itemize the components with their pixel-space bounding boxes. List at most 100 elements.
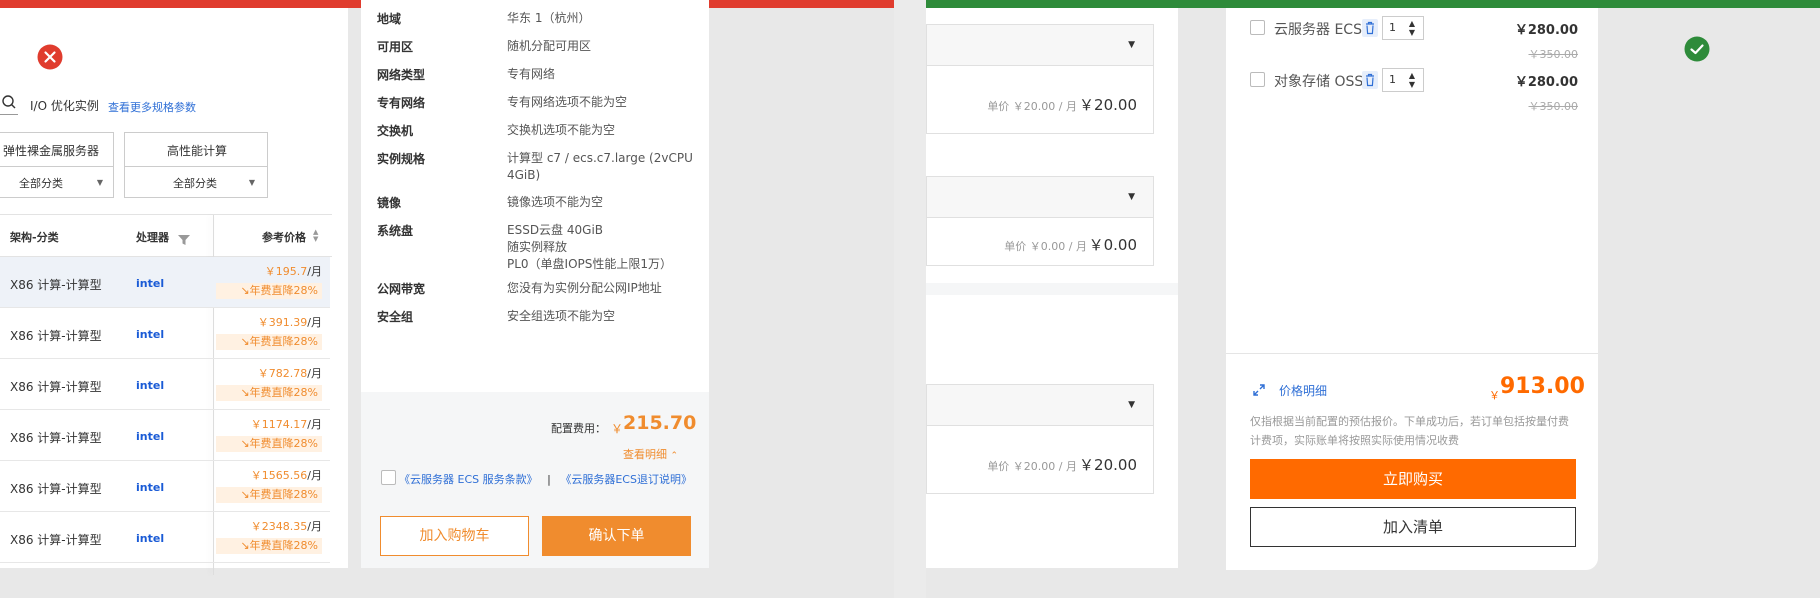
config-select-3[interactable]: ▼ (926, 384, 1154, 426)
instance-config-card: I/O 优化实例 查看更多规格参数 弹性裸金属服务器 全部分类 ▼ 高性能计算 … (0, 8, 348, 575)
table-row[interactable]: X86 计算-计算型 intel ￥195.7/月 ↘年费直降28% (0, 257, 330, 308)
summary-value: 您没有为实例分配公网IP地址 (507, 281, 662, 295)
summary-key: 交换机 (377, 124, 414, 138)
ecs-refund-link[interactable]: 《云服务器ECS退订说明》 (560, 473, 692, 486)
cart-item-name: 云服务器 ECS (1274, 22, 1362, 38)
category-bare-metal[interactable]: 弹性裸金属服务器 (0, 132, 114, 167)
more-specs-link[interactable]: 查看更多规格参数 (108, 99, 196, 115)
search-icon[interactable] (0, 94, 18, 110)
summary-key: 可用区 (377, 40, 414, 54)
io-optimized-label: I/O 优化实例 (30, 99, 99, 113)
category-hpc[interactable]: 高性能计算 (124, 132, 268, 167)
cart-item-checkbox[interactable] (1250, 72, 1265, 87)
price-cell: ￥391.39/月 ↘年费直降28% (214, 314, 322, 350)
price-cell: ￥782.78/月 ↘年费直降28% (214, 365, 322, 401)
price-value: ￥782.78 (257, 367, 308, 380)
row-price: ￥20.00 (1079, 456, 1137, 474)
price-detail-link[interactable]: 价格明细 (1279, 382, 1327, 399)
sort-icon[interactable]: ▲ ▼ (313, 229, 318, 243)
unit-price: 单价 ￥20.00 / 月 (987, 100, 1077, 113)
intel-logo: intel (136, 430, 165, 443)
table-row[interactable]: X86 计算-计算型 intel ￥1174.17/月 ↘年费直降28% (0, 410, 330, 461)
cart-item: 对象存储 OSS 1 ▲ ▼ ￥280.00 ￥350.00 (1226, 68, 1598, 118)
unit-price: 单价 ￥0.00 / 月 (1004, 240, 1087, 253)
category-select-bare-metal[interactable]: 全部分类 ▼ (0, 166, 114, 198)
summary-value: 计算型 c7 / ecs.c7.large (2vCPU 4GiB) (507, 151, 693, 182)
ecs-terms-link[interactable]: 《云服务器 ECS 服务条款》 (399, 473, 538, 486)
add-to-cart-button[interactable]: 加入购物车 (380, 516, 529, 556)
stepper-down-icon[interactable]: ▼ (1409, 29, 1415, 37)
confirm-order-button[interactable]: 确认下单 (542, 516, 691, 556)
price-unit: /月 (307, 520, 322, 533)
unit-price: 单价 ￥20.00 / 月 (987, 460, 1077, 473)
intel-logo: intel (136, 532, 165, 545)
summary-value-line: ESSD云盘 40GiB (507, 223, 604, 237)
category-select-hpc[interactable]: 全部分类 ▼ (124, 166, 268, 198)
quantity-value: 1 (1389, 21, 1396, 34)
cart-item-checkbox[interactable] (1250, 20, 1265, 35)
arch-cell: X86 计算-计算型 (10, 329, 102, 343)
stepper-up-icon[interactable]: ▲ (1409, 72, 1415, 80)
price-value: ￥2348.35 (250, 520, 308, 533)
table-row[interactable]: X86 计算-计算型 intel ￥2348.35/月 ↘年费直降28% (0, 512, 330, 563)
caret-down-icon: ▼ (1128, 400, 1135, 410)
summary-error: 交换机选项不能为空 (507, 123, 616, 137)
select-value: 全部分类 (173, 177, 217, 190)
summary-error: 镜像选项不能为空 (507, 195, 604, 209)
header-price: 参考价格 (262, 231, 306, 244)
summary-key: 实例规格 (377, 152, 426, 166)
view-detail-text: 查看明细 (623, 448, 667, 461)
intel-logo: intel (136, 277, 165, 290)
config-price-box-2: 单价 ￥0.00 / 月 ￥0.00 (926, 218, 1154, 266)
config-select-1[interactable]: ▼ (926, 24, 1154, 66)
arch-cell: X86 计算-计算型 (10, 278, 102, 292)
quantity-stepper[interactable]: 1 ▲ ▼ (1382, 16, 1424, 40)
summary-value: ESSD云盘 40GiB 随实例释放 PL0（单盘IOPS性能上限1万） (507, 222, 693, 273)
chevron-up-icon: ⌃ (670, 451, 679, 461)
discount-badge: ↘年费直降28% (216, 283, 322, 299)
intel-logo: intel (136, 328, 165, 341)
arch-cell: X86 计算-计算型 (10, 533, 102, 547)
table-row[interactable]: X86 计算-计算型 intel ￥782.78/月 ↘年费直降28% (0, 359, 330, 410)
config-select-2[interactable]: ▼ (926, 176, 1154, 218)
agreement-separator: | (547, 473, 551, 486)
price-cell: ￥1174.17/月 ↘年费直降28% (214, 416, 322, 452)
price-value: ￥1174.17 (250, 418, 308, 431)
error-state-panel: I/O 优化实例 查看更多规格参数 弹性裸金属服务器 全部分类 ▼ 高性能计算 … (0, 0, 894, 598)
price-value: ￥391.39 (257, 316, 308, 329)
select-value: 全部分类 (19, 177, 63, 190)
caret-down-icon: ▼ (96, 178, 103, 187)
header-cpu: 处理器 (136, 231, 169, 244)
view-detail-link[interactable]: 查看明细 ⌃ (623, 446, 678, 462)
price-value: ￥195.7 (264, 265, 308, 278)
check-circle-icon (1684, 36, 1710, 62)
expand-icon[interactable] (1252, 382, 1266, 396)
filter-icon[interactable] (178, 230, 190, 245)
intel-logo: intel (136, 481, 165, 494)
price-cell: ￥195.7/月 ↘年费直降28% (214, 263, 322, 299)
fee-label: 配置费用： (551, 422, 606, 435)
discount-badge: ↘年费直降28% (216, 334, 322, 350)
category-label: 弹性裸金属服务器 (2, 144, 99, 158)
buy-now-button[interactable]: 立即购买 (1250, 459, 1576, 499)
summary-value: 华东 1（杭州） (507, 11, 591, 25)
total-currency: ￥ (1489, 389, 1500, 402)
quantity-value: 1 (1389, 73, 1396, 86)
trash-icon[interactable] (1362, 71, 1378, 89)
quantity-stepper[interactable]: 1 ▲ ▼ (1382, 68, 1424, 92)
header-arch: 架构-分类 (10, 231, 59, 244)
cart-item-name: 对象存储 OSS (1274, 74, 1364, 90)
fee-currency: ￥ (611, 422, 624, 436)
cart-card: 云服务器 ECS 1 ▲ ▼ ￥280.00 ￥350.00 对象存储 OSS 1 ▲ ▼ ￥280… (1226, 8, 1598, 570)
table-row[interactable]: X86 计算-计算型 intel ￥1565.56/月 ↘年费直降28% (0, 461, 330, 512)
config-price-box-1: 单价 ￥20.00 / 月 ￥20.00 (926, 66, 1154, 134)
caret-down-icon: ▼ (248, 178, 255, 187)
stepper-down-icon[interactable]: ▼ (1409, 81, 1415, 89)
table-row[interactable]: X86 计算-计算型 intel ￥391.39/月 ↘年费直降28% (0, 308, 330, 359)
trash-icon[interactable] (1362, 19, 1378, 37)
summary-key: 地域 (377, 12, 402, 26)
add-to-list-button[interactable]: 加入清单 (1250, 507, 1576, 547)
arch-cell: X86 计算-计算型 (10, 380, 102, 394)
stepper-up-icon[interactable]: ▲ (1409, 20, 1415, 28)
table-header: 架构-分类 处理器 参考价格 ▲ ▼ (0, 215, 332, 257)
